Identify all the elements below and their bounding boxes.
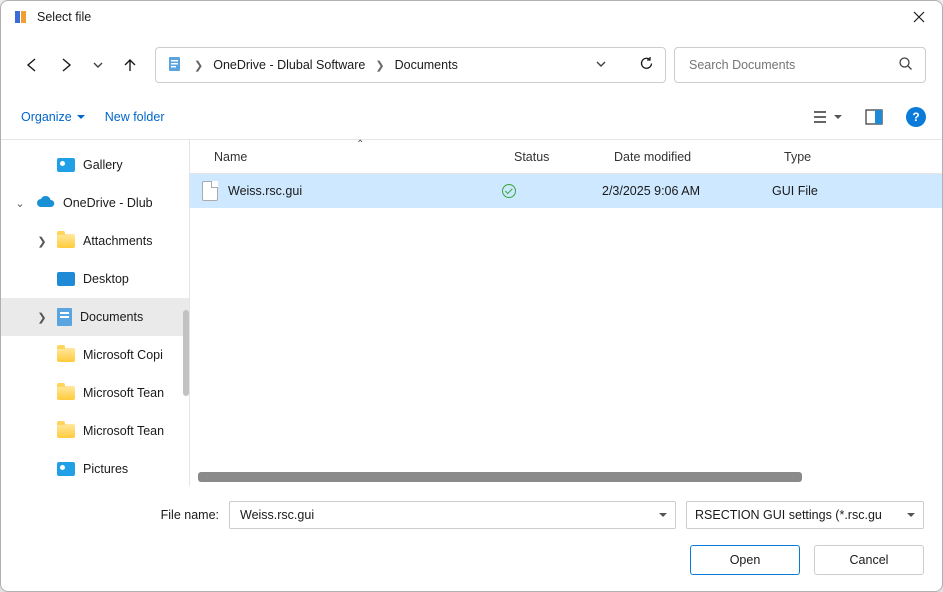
help-button[interactable]: ?: [906, 107, 926, 127]
window-title: Select file: [37, 10, 896, 24]
chevron-down-icon: [907, 513, 915, 521]
column-header-status[interactable]: Status: [514, 150, 614, 164]
folder-icon: [57, 386, 75, 400]
column-header-type[interactable]: Type: [784, 150, 811, 164]
folder-icon: [57, 348, 75, 362]
tree-item[interactable]: ❯ Documents: [1, 298, 189, 336]
footer: File name: RSECTION GUI settings (*.rsc.…: [1, 486, 942, 591]
file-rows[interactable]: Weiss.rsc.gui 2/3/2025 9:06 AMGUI File: [190, 174, 942, 472]
document-icon: [57, 308, 72, 326]
nav-buttons: [17, 56, 139, 74]
cancel-button[interactable]: Cancel: [814, 545, 924, 575]
nav-tree[interactable]: Gallery ⌄ OneDrive - Dlub ❯ Attachments Deskt…: [1, 140, 189, 486]
address-dropdown-button[interactable]: [594, 57, 608, 74]
chevron-right-icon: ❯: [373, 59, 386, 72]
dialog-body: Gallery ⌄ OneDrive - Dlub ❯ Attachments Deskt…: [1, 139, 942, 486]
tree-item[interactable]: Microsoft Tean: [1, 412, 189, 450]
sort-indicator-icon: ⌃: [356, 139, 364, 150]
organize-menu[interactable]: Organize: [21, 110, 85, 124]
cloud-icon: [35, 195, 55, 212]
file-date: 2/3/2025 9:06 AM: [602, 184, 772, 198]
tree-item-label: Pictures: [83, 462, 128, 476]
tree-item-label: OneDrive - Dlub: [63, 196, 153, 210]
tree-item[interactable]: Desktop: [1, 260, 189, 298]
folder-icon: [57, 234, 75, 248]
filename-combobox[interactable]: [229, 501, 676, 529]
file-list: ⌃ Name Status Date modified Type Weiss.r…: [189, 140, 942, 486]
tree-item-label: Documents: [80, 310, 143, 324]
desktop-icon: [57, 272, 75, 286]
expand-chevron-icon[interactable]: ⌄: [13, 197, 27, 210]
tree-item-label: Microsoft Tean: [83, 424, 164, 438]
file-row[interactable]: Weiss.rsc.gui 2/3/2025 9:06 AMGUI File: [190, 174, 942, 208]
up-button[interactable]: [121, 56, 139, 74]
tree-item[interactable]: ❯ Attachments: [1, 222, 189, 260]
tree-item[interactable]: Gallery: [1, 146, 189, 184]
file-dialog: Select file ❯ OneDrive - Dlubal Software…: [0, 0, 943, 592]
refresh-button[interactable]: [638, 55, 655, 75]
close-button[interactable]: [896, 1, 942, 33]
tree-item[interactable]: Microsoft Tean: [1, 374, 189, 412]
address-bar[interactable]: ❯ OneDrive - Dlubal Software ❯ Documents: [155, 47, 666, 83]
chevron-right-icon: ❯: [192, 59, 205, 72]
tree-item-label: Gallery: [83, 158, 123, 172]
recent-locations-button[interactable]: [91, 58, 105, 72]
gallery-icon: [57, 158, 75, 172]
open-button[interactable]: Open: [690, 545, 800, 575]
expand-chevron-icon[interactable]: ❯: [35, 235, 49, 248]
new-folder-button[interactable]: New folder: [105, 110, 165, 124]
search-input[interactable]: [687, 57, 890, 73]
view-menu-button[interactable]: [812, 105, 842, 129]
preview-pane-button[interactable]: [862, 105, 886, 129]
location-type-icon: [166, 55, 184, 76]
tree-scrollbar[interactable]: [183, 140, 189, 486]
breadcrumb-segment[interactable]: Documents: [395, 58, 458, 72]
toolbar: Organize New folder ?: [1, 97, 942, 139]
tree-item[interactable]: Microsoft Copi: [1, 336, 189, 374]
file-icon: [202, 181, 218, 201]
tree-item-label: Microsoft Copi: [83, 348, 163, 362]
filetype-filter-text: RSECTION GUI settings (*.rsc.gu: [695, 508, 882, 522]
chevron-down-icon[interactable]: [659, 513, 667, 521]
file-type: GUI File: [772, 184, 818, 198]
filetype-filter[interactable]: RSECTION GUI settings (*.rsc.gu: [686, 501, 924, 529]
tree-item-label: Attachments: [83, 234, 152, 248]
app-icon: [13, 9, 29, 25]
forward-button[interactable]: [57, 56, 75, 74]
folder-icon: [57, 424, 75, 438]
search-box[interactable]: [674, 47, 926, 83]
status-synced-icon: [502, 184, 516, 198]
column-header-name[interactable]: Name: [214, 150, 514, 164]
tree-item[interactable]: Pictures: [1, 450, 189, 486]
filename-input[interactable]: [238, 507, 659, 523]
filename-label: File name:: [19, 508, 219, 522]
nav-row: ❯ OneDrive - Dlubal Software ❯ Documents: [1, 33, 942, 97]
titlebar: Select file: [1, 1, 942, 33]
search-icon: [898, 56, 913, 74]
file-name: Weiss.rsc.gui: [228, 184, 302, 198]
tree-item-label: Desktop: [83, 272, 129, 286]
expand-chevron-icon[interactable]: ❯: [35, 311, 49, 324]
horizontal-scrollbar[interactable]: [198, 472, 934, 482]
breadcrumb-segment[interactable]: OneDrive - Dlubal Software: [213, 58, 365, 72]
back-button[interactable]: [23, 56, 41, 74]
column-headers: ⌃ Name Status Date modified Type: [190, 140, 942, 174]
tree-item[interactable]: ⌄ OneDrive - Dlub: [1, 184, 189, 222]
gallery-icon: [57, 462, 75, 476]
column-header-date[interactable]: Date modified: [614, 150, 784, 164]
tree-item-label: Microsoft Tean: [83, 386, 164, 400]
